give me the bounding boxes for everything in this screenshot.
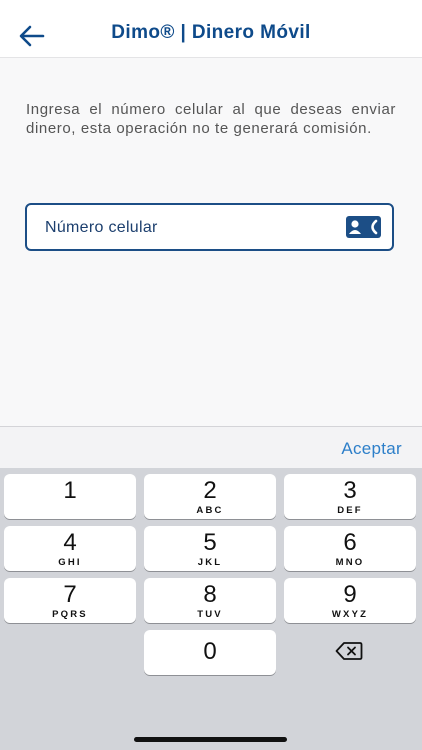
key-number: 1: [63, 477, 77, 504]
key-2[interactable]: 2 ABC: [144, 474, 276, 519]
page-title: Dimo® | Dinero Móvil: [111, 22, 311, 43]
key-number: 7: [63, 581, 77, 608]
key-number: 8: [203, 581, 217, 608]
key-4[interactable]: 4 GHI: [4, 526, 136, 571]
key-3[interactable]: 3 DEF: [284, 474, 416, 519]
phone-number-placeholder: Número celular: [45, 219, 158, 236]
key-number: 9: [343, 581, 357, 608]
instructions-text: Ingresa el número celular al que deseas …: [26, 101, 396, 137]
phone-number-input[interactable]: Número celular: [25, 203, 394, 251]
key-6[interactable]: 6 MNO: [284, 526, 416, 571]
key-letters: GHI: [58, 557, 82, 568]
key-number: 3: [343, 477, 357, 504]
key-9[interactable]: 9 WXYZ: [284, 578, 416, 623]
header: Dimo® | Dinero Móvil: [0, 0, 422, 58]
key-letters: DEF: [337, 505, 363, 516]
key-number: 5: [203, 529, 217, 556]
accept-button[interactable]: Aceptar: [341, 439, 402, 459]
delete-button[interactable]: [283, 628, 415, 673]
key-letters: ABC: [196, 505, 224, 516]
key-number: 6: [343, 529, 357, 556]
backspace-icon: [335, 641, 363, 660]
home-indicator: [134, 737, 287, 742]
key-number: 0: [203, 638, 217, 665]
key-number: 4: [63, 529, 77, 556]
key-letters: WXYZ: [331, 609, 369, 620]
key-letters: MNO: [335, 557, 365, 568]
key-8[interactable]: 8 TUV: [144, 578, 276, 623]
key-letters: PQRS: [52, 609, 88, 620]
key-7[interactable]: 7 PQRS: [4, 578, 136, 623]
key-letters: TUV: [197, 609, 223, 620]
keyboard-accessory-bar: Aceptar: [0, 426, 422, 468]
key-5[interactable]: 5 JKL: [144, 526, 276, 571]
key-number: 2: [203, 477, 217, 504]
contact-card-icon[interactable]: [346, 216, 381, 238]
key-0[interactable]: 0: [144, 630, 276, 675]
key-letters: JKL: [197, 557, 223, 568]
key-1[interactable]: 1: [4, 474, 136, 519]
